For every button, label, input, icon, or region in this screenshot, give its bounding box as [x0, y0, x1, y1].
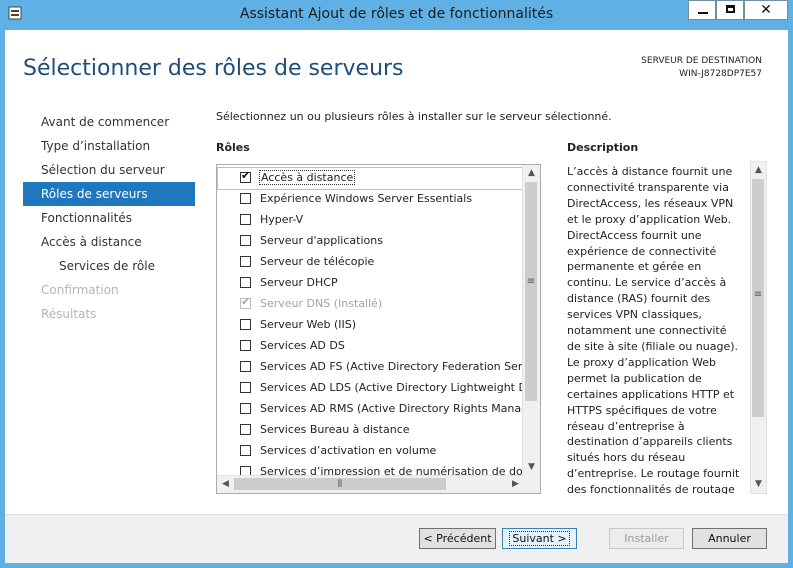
nav-step-item[interactable]: Rôles de serveurs	[23, 182, 195, 206]
maximize-button[interactable]	[716, 0, 744, 20]
scroll-up-icon[interactable]: ▲	[523, 165, 540, 182]
window-title: Assistant Ajout de rôles et de fonctionn…	[239, 6, 554, 22]
nav-step-item[interactable]: Fonctionnalités	[23, 206, 195, 230]
instruction-text: Sélectionnez un ou plusieurs rôles à ins…	[216, 110, 612, 123]
maximize-icon	[726, 5, 735, 13]
wizard-window: Assistant Ajout de rôles et de fonctionn…	[0, 0, 793, 568]
minimize-icon	[698, 12, 708, 14]
role-checkbox	[240, 295, 251, 309]
page-title: Sélectionner des rôles de serveurs	[23, 56, 404, 81]
nav-step-item: Résultats	[41, 307, 97, 321]
role-checkbox[interactable]	[240, 403, 251, 414]
role-row[interactable]: Services Bureau à distance	[218, 420, 523, 441]
role-row[interactable]: Serveur d'applications	[218, 231, 523, 252]
role-label: Services AD LDS (Active Directory Lightw…	[260, 381, 540, 394]
description-header: Description	[567, 141, 639, 154]
previous-button[interactable]: < Précédent	[419, 528, 496, 549]
description-scrollbar[interactable]: ▲ ≡ ▼	[750, 161, 767, 494]
nav-step-item[interactable]: Type d’installation	[23, 134, 195, 158]
role-row[interactable]: Services AD LDS (Active Directory Lightw…	[218, 378, 540, 399]
cancel-button[interactable]: Annuler	[692, 528, 767, 549]
role-row[interactable]: Serveur DHCP	[218, 273, 523, 294]
role-row[interactable]: Serveur Web (IIS)	[218, 315, 523, 336]
destination-label: SERVEUR DE DESTINATION	[641, 56, 762, 66]
role-checkbox[interactable]	[240, 214, 251, 225]
role-label: Services AD RMS (Active Directory Rights…	[260, 402, 540, 415]
nav-step-item[interactable]: Sélection du serveur	[23, 158, 195, 182]
scroll-corner	[523, 476, 540, 493]
scroll-left-icon[interactable]: ◀	[217, 476, 234, 493]
role-label: Hyper-V	[260, 213, 304, 226]
role-checkbox[interactable]	[240, 193, 251, 204]
role-label: Serveur Web (IIS)	[260, 318, 357, 331]
desc-scroll-down-icon[interactable]: ▼	[750, 476, 767, 493]
role-checkbox[interactable]	[240, 382, 251, 393]
role-row[interactable]: Services AD FS (Active Directory Federat…	[218, 357, 540, 378]
role-row[interactable]: Expérience Windows Server Essentials	[218, 189, 523, 210]
hscroll-grip-icon: ⦀	[337, 479, 343, 490]
role-row[interactable]: Services AD RMS (Active Directory Rights…	[218, 399, 540, 420]
roles-list[interactable]: Accès à distance Expérience Windows Serve…	[216, 164, 541, 494]
desc-scroll-up-icon[interactable]: ▲	[750, 162, 767, 179]
scroll-right-icon[interactable]: ▶	[507, 476, 524, 493]
wizard-content: Sélectionner des rôles de serveurs SERVE…	[5, 30, 788, 563]
scroll-down-icon[interactable]: ▼	[523, 459, 540, 476]
role-row[interactable]: Services d’activation en volume	[218, 441, 523, 462]
role-label: Services AD FS (Active Directory Federat…	[260, 360, 541, 373]
role-label: Serveur DNS (Installé)	[260, 297, 383, 310]
scroll-grip-icon: ≡	[526, 276, 536, 287]
close-button[interactable]: ✕	[744, 0, 788, 20]
roles-header: Rôles	[216, 141, 250, 154]
wizard-steps-nav: Avant de commencer Type d’installation Sél…	[23, 110, 195, 326]
role-label: Serveur d'applications	[260, 234, 383, 247]
role-label: Serveur de télécopie	[260, 255, 375, 268]
role-label: Serveur DHCP	[260, 276, 338, 289]
install-button[interactable]: Installer	[609, 528, 684, 549]
destination-name: WIN-J8728DP7E57	[679, 69, 762, 79]
role-row[interactable]: Accès à distance	[217, 167, 524, 190]
role-row[interactable]: Hyper-V	[218, 210, 523, 231]
desc-scroll-grip-icon: ≡	[753, 289, 763, 300]
nav-step-item: Confirmation	[41, 283, 119, 297]
destination-server: SERVEUR DE DESTINATION WIN-J8728DP7E57	[641, 55, 762, 81]
next-button-label: Suivant >	[509, 531, 570, 546]
role-checkbox[interactable]	[240, 445, 251, 456]
role-checkbox[interactable]	[240, 319, 251, 330]
role-row[interactable]: Services AD DS	[218, 336, 523, 357]
role-label: Services d’activation en volume	[260, 444, 437, 457]
role-label: Services AD DS	[260, 339, 345, 352]
role-checkbox[interactable]	[240, 169, 251, 183]
nav-step-item[interactable]: Services de rôle	[23, 254, 195, 278]
role-label: Services Bureau à distance	[260, 423, 410, 436]
role-row[interactable]: Serveur de télécopie	[218, 252, 523, 273]
role-checkbox[interactable]	[240, 361, 251, 372]
title-bar[interactable]: Assistant Ajout de rôles et de fonctionn…	[0, 0, 793, 30]
role-checkbox[interactable]	[240, 235, 251, 246]
next-button[interactable]: Suivant >	[502, 528, 577, 549]
role-checkbox[interactable]	[240, 277, 251, 288]
minimize-button[interactable]	[688, 0, 716, 20]
roles-vertical-scrollbar[interactable]: ▲ ≡ ▼	[522, 165, 540, 476]
role-label: Accès à distance	[258, 170, 356, 185]
roles-scroll-thumb[interactable]	[525, 182, 537, 401]
role-row: Serveur DNS (Installé)	[218, 294, 523, 315]
nav-step-item[interactable]: Avant de commencer	[23, 110, 195, 134]
close-icon: ✕	[760, 2, 772, 18]
role-checkbox[interactable]	[240, 256, 251, 267]
role-label: Expérience Windows Server Essentials	[260, 192, 473, 205]
nav-step-item[interactable]: Accès à distance	[23, 230, 195, 254]
role-description: L’accès à distance fournit une connectiv…	[567, 165, 740, 494]
roles-horizontal-scrollbar[interactable]: ◀ ⦀ ▶	[217, 475, 524, 493]
wizard-footer: < Précédent Suivant > Installer Annuler	[5, 514, 788, 563]
role-checkbox[interactable]	[240, 340, 251, 351]
role-checkbox[interactable]	[240, 424, 251, 435]
